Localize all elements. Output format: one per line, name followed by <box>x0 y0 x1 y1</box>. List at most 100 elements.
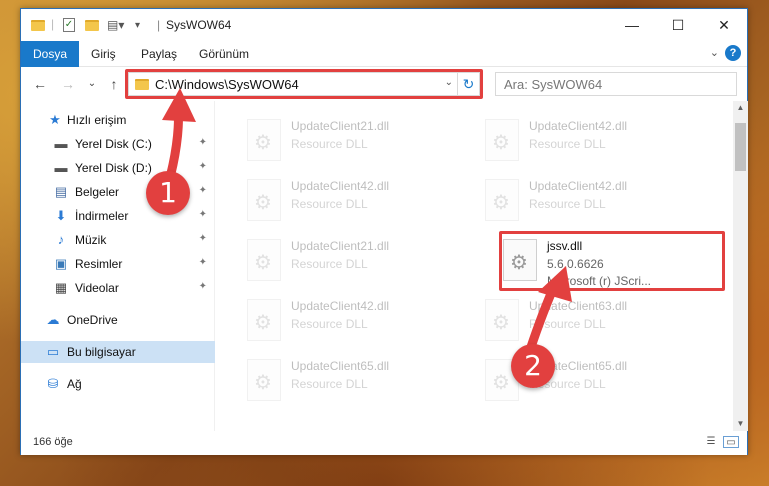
file-item[interactable]: UpdateClient63.dll Resource DLL <box>485 297 705 347</box>
sidebar-item-videos[interactable]: ▦ Videolar ✦ <box>21 277 215 299</box>
file-item[interactable]: UpdateClient42.dll Resource DLL <box>247 177 467 227</box>
pin-icon[interactable]: ✦ <box>199 137 207 148</box>
sidebar-item-label: Müzik <box>75 233 107 247</box>
sidebar-item-downloads[interactable]: ⬇ İndirmeler ✦ <box>21 205 215 227</box>
file-name: UpdateClient42.dll <box>291 299 390 313</box>
recent-locations-button[interactable]: ⌄ <box>83 75 101 93</box>
network-icon: ⛁ <box>47 376 59 391</box>
dll-file-icon <box>485 179 519 221</box>
scroll-thumb[interactable] <box>735 123 746 171</box>
file-name: UpdateClient42.dll <box>529 179 628 193</box>
explorer-window: | ✓ ▤▾ ▾ | SysWOW64 — ☐ ✕ Dosya Giriş Pa… <box>20 8 748 455</box>
customize-toolbar-icon[interactable]: ▤▾ <box>107 17 124 33</box>
file-description: Resource DLL <box>291 377 368 391</box>
music-icon: ♪ <box>57 232 65 247</box>
file-description: Resource DLL <box>291 317 368 331</box>
file-description: Resource DLL <box>529 137 606 151</box>
sidebar-item-label: Belgeler <box>75 185 120 199</box>
sidebar-item-label: OneDrive <box>67 313 118 327</box>
sidebar-item-label: Bu bilgisayar <box>67 345 136 359</box>
sidebar-item-this-pc[interactable]: ▭ Bu bilgisayar <box>21 341 215 363</box>
tab-gorunum[interactable]: Görünüm <box>187 41 261 67</box>
pin-icon[interactable]: ✦ <box>199 209 207 220</box>
title-bar: | ✓ ▤▾ ▾ | SysWOW64 — ☐ ✕ <box>21 9 747 41</box>
tab-giris[interactable]: Giriş <box>79 41 128 67</box>
scroll-up-icon[interactable]: ▲ <box>733 101 748 115</box>
pin-icon[interactable]: ✦ <box>199 281 207 292</box>
large-icons-view-icon[interactable]: ▭ <box>723 436 739 448</box>
sidebar-item-music[interactable]: ♪ Müzik ✦ <box>21 229 215 251</box>
help-icon[interactable]: ? <box>725 45 741 61</box>
dll-file-icon <box>247 119 281 161</box>
file-name: UpdateClient21.dll <box>291 239 390 253</box>
file-item[interactable]: UpdateClient42.dll Resource DLL <box>485 177 705 227</box>
file-name: UpdateClient65.dll <box>291 359 390 373</box>
sidebar-item-label: Resimler <box>75 257 123 271</box>
sidebar-item-network[interactable]: ⛁ Ağ <box>21 373 215 395</box>
pictures-icon: ▣ <box>54 256 68 271</box>
sidebar-item-label: İndirmeler <box>75 209 129 223</box>
tab-dosya[interactable]: Dosya <box>21 41 80 67</box>
scroll-down-icon[interactable]: ▼ <box>733 417 748 431</box>
file-item[interactable]: UpdateClient42.dll Resource DLL <box>247 297 467 347</box>
pin-icon[interactable]: ✦ <box>199 185 207 196</box>
back-button[interactable]: ← <box>31 75 49 93</box>
minimize-button[interactable]: — <box>609 9 655 41</box>
maximize-button[interactable]: ☐ <box>655 9 701 41</box>
file-description: Resource DLL <box>291 197 368 211</box>
details-view-icon[interactable]: ☰ <box>703 436 719 448</box>
sidebar-item-local-disk-d[interactable]: ▬ Yerel Disk (D:) ✦ <box>21 157 215 179</box>
up-button[interactable]: ↑ <box>105 75 123 93</box>
sidebar-item-local-disk-c[interactable]: ▬ Yerel Disk (C:) ✦ <box>21 133 215 155</box>
file-description: Resource DLL <box>291 137 368 151</box>
file-item[interactable]: UpdateClient21.dll Resource DLL <box>247 117 467 167</box>
file-item[interactable]: UpdateClient21.dll Resource DLL <box>247 237 467 287</box>
dll-file-icon <box>247 239 281 281</box>
quick-access-dropdown-icon[interactable]: ▾ <box>135 17 140 33</box>
search-placeholder: Ara: SysWOW64 <box>504 77 603 92</box>
file-highlight-box <box>499 231 725 291</box>
tab-paylas[interactable]: Paylaş <box>129 41 189 67</box>
file-item[interactable]: UpdateClient42.dll Resource DLL <box>485 117 705 167</box>
navigation-pane: ★ Hızlı erişim ▬ Yerel Disk (C:) ✦ ▬ Yer… <box>21 101 215 431</box>
step-2-badge: 2 <box>511 344 555 388</box>
pin-icon[interactable]: ✦ <box>199 257 207 268</box>
computer-icon: ▭ <box>46 344 60 359</box>
file-name: UpdateClient63.dll <box>529 299 628 313</box>
window-title: SysWOW64 <box>166 18 232 32</box>
cloud-icon: ☁ <box>46 312 60 327</box>
search-input[interactable]: Ara: SysWOW64 <box>495 72 737 96</box>
vertical-scrollbar[interactable]: ▲ ▼ <box>733 101 748 431</box>
sidebar-item-label: Yerel Disk (C:) <box>75 137 152 151</box>
close-button[interactable]: ✕ <box>701 9 747 41</box>
videos-icon: ▦ <box>54 280 68 295</box>
address-highlight-box <box>125 69 483 99</box>
folder-icon <box>31 17 45 33</box>
sidebar-item-label: Yerel Disk (D:) <box>75 161 152 175</box>
properties-icon[interactable]: ✓ <box>63 17 75 33</box>
drive-icon: ▬ <box>54 136 68 151</box>
dll-file-icon <box>247 179 281 221</box>
file-description: Resource DLL <box>291 257 368 271</box>
ribbon-expand-icon[interactable]: ⌄ <box>710 46 719 59</box>
new-folder-icon[interactable] <box>85 17 99 33</box>
sidebar-item-onedrive[interactable]: ☁ OneDrive <box>21 309 215 331</box>
pin-icon[interactable]: ✦ <box>199 233 207 244</box>
dll-file-icon <box>485 119 519 161</box>
file-name: UpdateClient42.dll <box>529 119 628 133</box>
documents-icon: ▤ <box>54 184 68 199</box>
step-1-badge: 1 <box>146 171 190 215</box>
file-description: Resource DLL <box>529 197 606 211</box>
file-item[interactable]: UpdateClient65.dll Resource DLL <box>247 357 467 407</box>
pin-icon[interactable]: ✦ <box>199 161 207 172</box>
status-bar: 166 öğe ☰ ▭ <box>21 431 747 455</box>
file-name: UpdateClient42.dll <box>291 179 390 193</box>
sidebar-item-quick-access[interactable]: ★ Hızlı erişim <box>21 109 215 131</box>
file-description: Resource DLL <box>529 317 606 331</box>
forward-button[interactable]: → <box>59 75 77 93</box>
file-list: UpdateClient21.dll Resource DLL UpdateCl… <box>217 101 733 431</box>
dll-file-icon <box>247 299 281 341</box>
sidebar-item-pictures[interactable]: ▣ Resimler ✦ <box>21 253 215 275</box>
ribbon-tabs: Dosya Giriş Paylaş Görünüm ⌄ ? <box>21 41 747 67</box>
item-count: 166 öğe <box>33 436 73 448</box>
